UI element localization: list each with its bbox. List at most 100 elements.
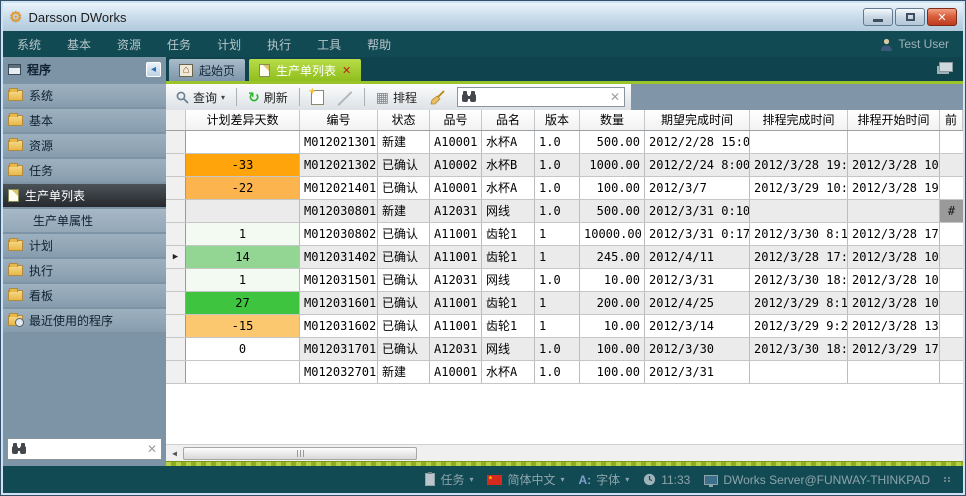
cell-item-no[interactable]: A10001 [430, 361, 482, 383]
cell-diff[interactable]: -33 [186, 154, 300, 176]
horizontal-scrollbar[interactable]: ◀ [166, 444, 963, 461]
cell-sched-end[interactable]: 2012/3/29 10:20 [750, 177, 848, 199]
cell-sched-start[interactable]: 2012/3/28 13:40 [848, 315, 940, 337]
tab-close-icon[interactable]: ✕ [342, 64, 351, 77]
sidebar-item-basic[interactable]: 基本 [3, 109, 166, 132]
cell-version[interactable]: 1.0 [535, 361, 580, 383]
cell-expect[interactable]: 2012/2/28 15:00 [645, 131, 750, 153]
status-language-menu[interactable]: 简体中文 ▾ [487, 471, 564, 488]
restore-button[interactable] [895, 8, 925, 26]
cell-sched-start[interactable] [848, 131, 940, 153]
menu-task[interactable]: 任务 [167, 36, 191, 53]
cell-diff[interactable]: 27 [186, 292, 300, 314]
cell-sched-end[interactable]: 2012/3/29 9:20 [750, 315, 848, 337]
cell-item-name[interactable]: 网线 [482, 269, 535, 291]
cell-sched-end[interactable]: 2012/3/29 8:15 [750, 292, 848, 314]
cell-item-no[interactable]: A10001 [430, 131, 482, 153]
cell-expect[interactable]: 2012/3/31 0:10 [645, 200, 750, 222]
cell-diff[interactable] [186, 200, 300, 222]
cell-id[interactable]: M012021401 [300, 177, 378, 199]
cell-marker[interactable] [940, 315, 963, 337]
table-row[interactable]: 1 M012030802 已确认 A11001 齿轮1 1 10000.00 2… [166, 223, 963, 246]
cell-sched-start[interactable]: 2012/3/28 10:52 [848, 154, 940, 176]
cell-sched-start[interactable]: 2012/3/28 10:52 [848, 292, 940, 314]
sidebar-item-recent-programs[interactable]: 最近使用的程序 [3, 309, 166, 332]
cell-status[interactable]: 新建 [378, 361, 430, 383]
new-button[interactable] [307, 88, 328, 107]
sidebar-search-input[interactable] [30, 442, 143, 456]
cell-qty[interactable]: 245.00 [580, 246, 645, 268]
edit-button[interactable] [333, 87, 357, 107]
menu-system[interactable]: 系统 [17, 36, 41, 53]
cell-version[interactable]: 1.0 [535, 154, 580, 176]
cell-qty[interactable]: 10000.00 [580, 223, 645, 245]
cell-item-no[interactable]: A12031 [430, 200, 482, 222]
cell-status[interactable]: 新建 [378, 131, 430, 153]
sidebar-collapse-button[interactable]: ◂ [146, 62, 161, 77]
cell-id[interactable]: M012032701 [300, 361, 378, 383]
cell-diff[interactable] [186, 361, 300, 383]
close-button[interactable]: ✕ [927, 8, 957, 26]
cell-status[interactable]: 已确认 [378, 246, 430, 268]
cell-item-no[interactable]: A10001 [430, 177, 482, 199]
cell-qty[interactable]: 500.00 [580, 131, 645, 153]
cell-qty[interactable]: 100.00 [580, 361, 645, 383]
cell-qty[interactable]: 100.00 [580, 177, 645, 199]
cell-sched-start[interactable] [848, 200, 940, 222]
cell-item-no[interactable]: A11001 [430, 223, 482, 245]
sidebar-item-system[interactable]: 系统 [3, 84, 166, 107]
cell-status[interactable]: 已确认 [378, 269, 430, 291]
row-gutter[interactable] [166, 131, 186, 153]
cell-status[interactable]: 已确认 [378, 223, 430, 245]
cell-qty[interactable]: 1000.00 [580, 154, 645, 176]
col-sched-finish[interactable]: 排程完成时间 [750, 110, 848, 130]
cell-sched-end[interactable]: 2012/3/28 19:10 [750, 154, 848, 176]
cell-id[interactable]: M012021301 [300, 131, 378, 153]
cell-id[interactable]: M012030802 [300, 223, 378, 245]
cell-sched-start[interactable]: 2012/3/28 17:13 [848, 223, 940, 245]
toolbar-search-input[interactable] [480, 90, 606, 104]
toolbar-search-clear-icon[interactable]: ✕ [610, 90, 620, 104]
cell-qty[interactable]: 10.00 [580, 315, 645, 337]
cell-id[interactable]: M012031402 [300, 246, 378, 268]
row-gutter[interactable] [166, 361, 186, 383]
cell-marker[interactable] [940, 154, 963, 176]
clean-button[interactable] [426, 88, 450, 107]
current-user[interactable]: Test User [880, 37, 949, 51]
cell-marker[interactable] [940, 338, 963, 360]
cell-version[interactable]: 1.0 [535, 269, 580, 291]
row-gutter[interactable] [166, 292, 186, 314]
status-font-menu[interactable]: A: 字体 ▾ [579, 471, 630, 488]
scrollbar-thumb[interactable] [183, 447, 417, 460]
cell-item-name[interactable]: 齿轮1 [482, 223, 535, 245]
cell-sched-start[interactable] [848, 361, 940, 383]
cell-diff[interactable]: -22 [186, 177, 300, 199]
cell-sched-end[interactable] [750, 200, 848, 222]
table-row[interactable]: M012021301 新建 A10001 水杯A 1.0 500.00 2012… [166, 131, 963, 154]
cell-id[interactable]: M012021302 [300, 154, 378, 176]
cell-marker[interactable] [940, 246, 963, 268]
tab-home[interactable]: ⌂ 起始页 [169, 59, 245, 81]
cell-sched-end[interactable]: 2012/3/30 18:00 [750, 269, 848, 291]
row-gutter[interactable] [166, 154, 186, 176]
table-row[interactable]: 27 M012031601 已确认 A11001 齿轮1 1 200.00 20… [166, 292, 963, 315]
cell-version[interactable]: 1.0 [535, 177, 580, 199]
cell-item-name[interactable]: 齿轮1 [482, 292, 535, 314]
sidebar-item-production-order-list[interactable]: 生产单列表 [3, 184, 166, 207]
cell-qty[interactable]: 100.00 [580, 338, 645, 360]
cell-status[interactable]: 已确认 [378, 154, 430, 176]
cell-sched-start[interactable]: 2012/3/28 10:52 [848, 246, 940, 268]
cell-version[interactable]: 1 [535, 223, 580, 245]
menu-tools[interactable]: 工具 [317, 36, 341, 53]
cell-diff[interactable]: 1 [186, 269, 300, 291]
table-row[interactable]: 1 M012031501 已确认 A12031 网线 1.0 10.00 201… [166, 269, 963, 292]
menu-resource[interactable]: 资源 [117, 36, 141, 53]
sidebar-item-task[interactable]: 任务 [3, 159, 166, 182]
cell-expect[interactable]: 2012/3/31 0:17 [645, 223, 750, 245]
cell-sched-end[interactable]: 2012/3/28 17:13 [750, 246, 848, 268]
sidebar-item-plan[interactable]: 计划 [3, 234, 166, 257]
schedule-button[interactable]: ▦ 排程 [372, 87, 421, 108]
status-task-menu[interactable]: 任务 ▾ [425, 471, 473, 488]
refresh-button[interactable]: ↻ 刷新 [244, 87, 292, 108]
row-gutter[interactable] [166, 223, 186, 245]
